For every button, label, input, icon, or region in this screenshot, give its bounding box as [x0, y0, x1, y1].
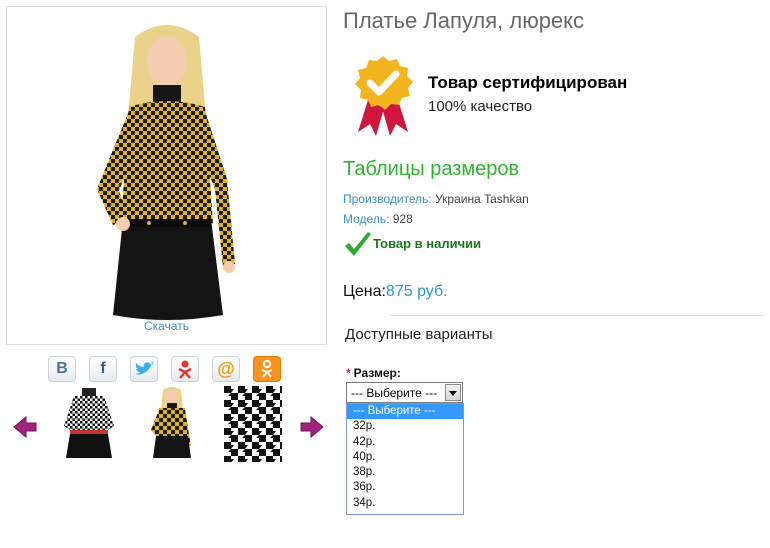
product-photo[interactable]: [67, 19, 267, 324]
required-mark: *: [346, 366, 351, 380]
manufacturer-value: Украина Tashkan: [431, 192, 529, 206]
size-select[interactable]: --- Выберите ---: [346, 382, 463, 403]
product-image-frame: Скачать: [6, 6, 327, 345]
odnoklassniki-icon[interactable]: [171, 356, 199, 382]
chevron-down-icon[interactable]: [445, 384, 461, 401]
variants-heading: Доступные варианты: [345, 326, 493, 343]
certified-subtitle: 100% качество: [428, 98, 533, 115]
size-label: * Размер:: [346, 366, 401, 380]
next-arrow-icon[interactable]: [299, 414, 325, 440]
vk-icon[interactable]: В: [48, 356, 76, 382]
facebook-icon[interactable]: f: [89, 356, 117, 382]
manufacturer-label[interactable]: Производитель:: [343, 192, 432, 206]
manufacturer-row: Производитель: Украина Tashkan: [343, 192, 529, 206]
model-label: Модель:: [343, 212, 390, 226]
size-label-text: Размер:: [353, 366, 401, 380]
size-dropdown-list: --- Выберите --- 32р. 42р. 40р. 38р. 36р…: [346, 403, 464, 515]
size-option[interactable]: 42р.: [347, 435, 463, 450]
size-select-value: --- Выберите ---: [351, 386, 438, 400]
prev-arrow-icon[interactable]: [12, 414, 38, 440]
thumb-dress-black-white[interactable]: [60, 386, 118, 462]
price-value: 875 руб.: [385, 283, 448, 300]
model-row: Модель: 928: [343, 212, 413, 226]
price-label: Цена:: [343, 283, 386, 300]
size-option[interactable]: 34р.: [347, 496, 463, 511]
stock-status: Товар в наличии: [373, 236, 482, 251]
price-row: Цена:875 руб.: [343, 283, 448, 301]
twitter-icon[interactable]: [130, 356, 158, 382]
in-stock-check-icon: [345, 232, 371, 256]
ok-icon[interactable]: [253, 356, 281, 382]
size-table-link[interactable]: Таблицы размеров: [343, 158, 519, 181]
certified-title: Товар сертифицирован: [428, 73, 628, 92]
size-option[interactable]: 38р.: [347, 465, 463, 480]
mail-ru-icon[interactable]: @: [212, 356, 240, 382]
divider: [390, 315, 764, 316]
size-option[interactable]: --- Выберите ---: [347, 404, 463, 420]
size-option[interactable]: 36р.: [347, 480, 463, 495]
share-bar: В f @: [48, 356, 281, 382]
thumb-houndstooth-fabric[interactable]: [224, 386, 282, 462]
certified-badge-icon: [355, 56, 413, 136]
thumb-dress-yellow[interactable]: [143, 386, 201, 462]
size-option[interactable]: 40р.: [347, 450, 463, 465]
model-value: 928: [389, 212, 413, 226]
download-link[interactable]: Скачать: [7, 319, 326, 333]
product-title: Платье Лапуля, люрекс: [343, 8, 585, 33]
size-option[interactable]: 32р.: [347, 419, 463, 434]
